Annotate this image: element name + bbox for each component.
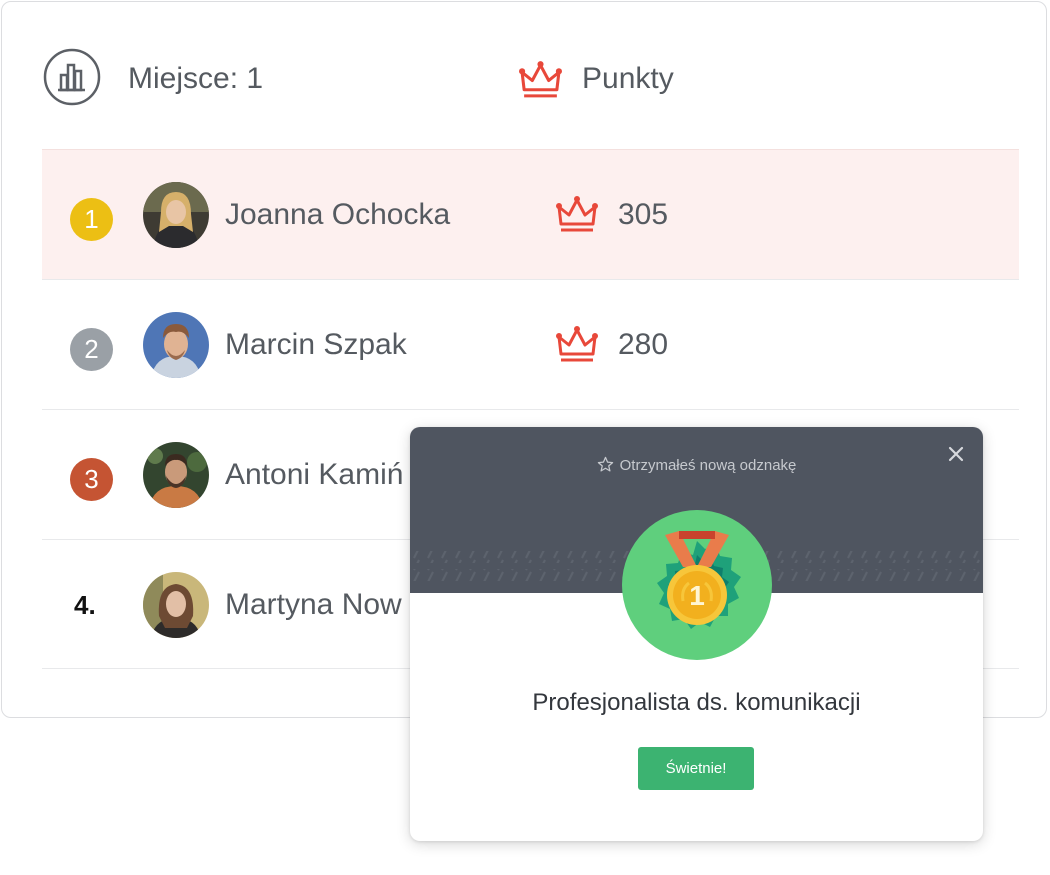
confirm-button[interactable]: Świetnie! — [638, 747, 754, 790]
medal-number: 1 — [689, 580, 705, 611]
avatar — [143, 182, 209, 248]
leaderboard-row[interactable]: 1 Joanna Ochocka 305 — [42, 149, 1019, 279]
rank-badge-gold: 1 — [70, 198, 113, 241]
badge-name: Profesjonalista ds. komunikacji — [532, 689, 861, 716]
user-points: 305 — [618, 198, 669, 231]
rank-label: Miejsce: 1 — [128, 62, 264, 95]
avatar — [143, 442, 209, 508]
leaderboard-row[interactable]: 2 Marcin Szpak 280 — [42, 279, 1019, 409]
crown-icon — [556, 196, 598, 232]
close-icon[interactable] — [947, 445, 965, 463]
user-name: Martyna Now — [225, 588, 402, 621]
star-icon — [597, 456, 613, 472]
rank-badge-bronze: 3 — [70, 458, 113, 501]
modal-title-text: Otrzymałeś nową odznakę — [619, 457, 797, 474]
rank-number: 4. — [74, 590, 96, 620]
user-name: Marcin Szpak — [225, 328, 407, 361]
medal-badge-icon: 1 — [622, 510, 772, 660]
avatar — [143, 312, 209, 378]
modal-title: Otrzymałeś nową odznakę — [410, 456, 983, 474]
crown-icon — [519, 61, 562, 98]
user-name: Antoni Kamiń — [225, 458, 404, 491]
bar-chart-icon — [43, 48, 101, 106]
points-label: Punkty — [582, 62, 674, 95]
crown-icon — [556, 326, 598, 362]
user-points: 280 — [618, 328, 669, 361]
rank-badge-silver: 2 — [70, 328, 113, 371]
leaderboard-header: Miejsce: 1 Punkty — [2, 2, 1046, 152]
new-badge-modal: Otrzymałeś nową odznakę 1 Profesjonalist… — [410, 427, 983, 841]
avatar — [143, 572, 209, 638]
user-name: Joanna Ochocka — [225, 198, 451, 231]
